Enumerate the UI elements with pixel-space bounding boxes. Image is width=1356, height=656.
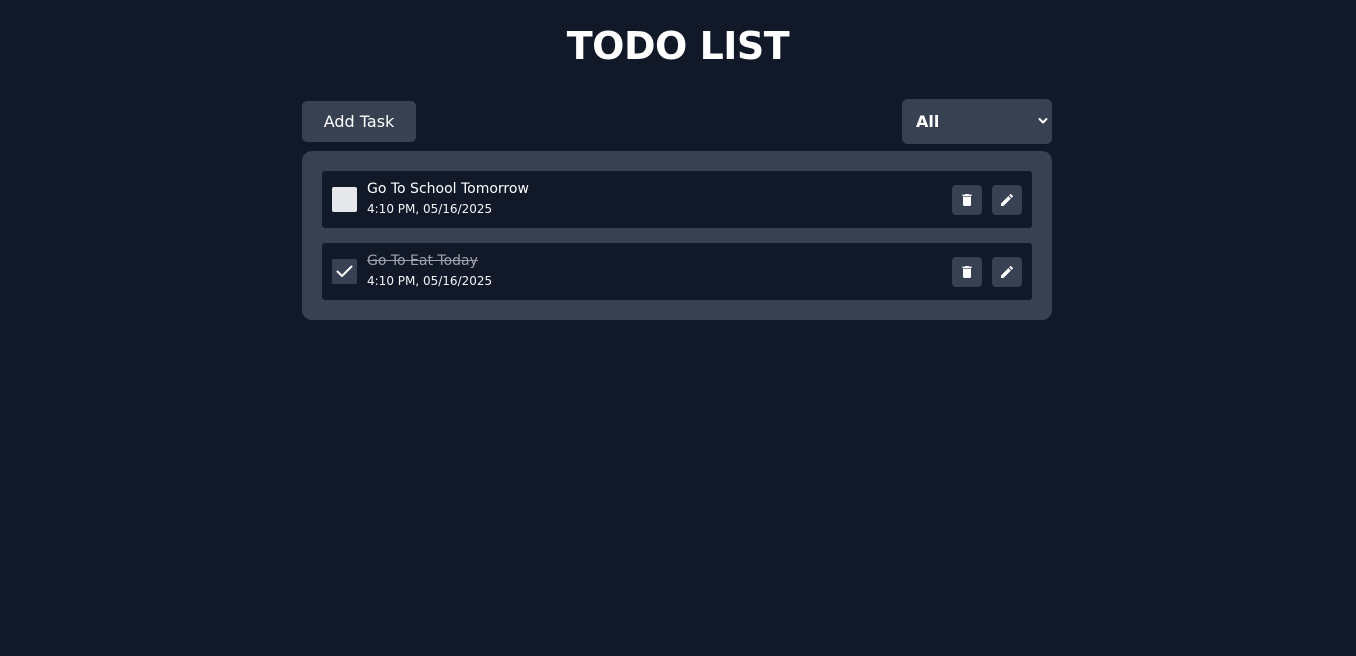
- edit-task-button[interactable]: [992, 257, 1022, 287]
- delete-task-button[interactable]: [952, 185, 982, 215]
- task-checkbox[interactable]: [332, 187, 357, 212]
- chevron-down-icon: [1038, 118, 1048, 124]
- trash-icon: [962, 194, 972, 206]
- delete-task-button[interactable]: [952, 257, 982, 287]
- status-filter-select[interactable]: All: [902, 99, 1052, 144]
- check-icon: [336, 265, 353, 277]
- pencil-icon: [1001, 265, 1014, 278]
- task-item: Go To School Tomorrow 4:10 PM, 05/16/202…: [322, 171, 1032, 228]
- task-checkbox[interactable]: [332, 259, 357, 284]
- trash-icon: [962, 266, 972, 278]
- page-title: TODO LIST: [566, 24, 790, 68]
- add-task-button[interactable]: Add Task: [302, 101, 416, 142]
- task-list: Go To School Tomorrow 4:10 PM, 05/16/202…: [302, 151, 1052, 320]
- pencil-icon: [1001, 193, 1014, 206]
- task-item: Go To Eat Today 4:10 PM, 05/16/2025: [322, 243, 1032, 300]
- task-timestamp: 4:10 PM, 05/16/2025: [367, 202, 493, 216]
- edit-task-button[interactable]: [992, 185, 1022, 215]
- filter-selected-value: All: [916, 112, 940, 131]
- task-title: Go To Eat Today: [367, 253, 478, 269]
- task-title: Go To School Tomorrow: [367, 181, 529, 197]
- task-timestamp: 4:10 PM, 05/16/2025: [367, 274, 493, 288]
